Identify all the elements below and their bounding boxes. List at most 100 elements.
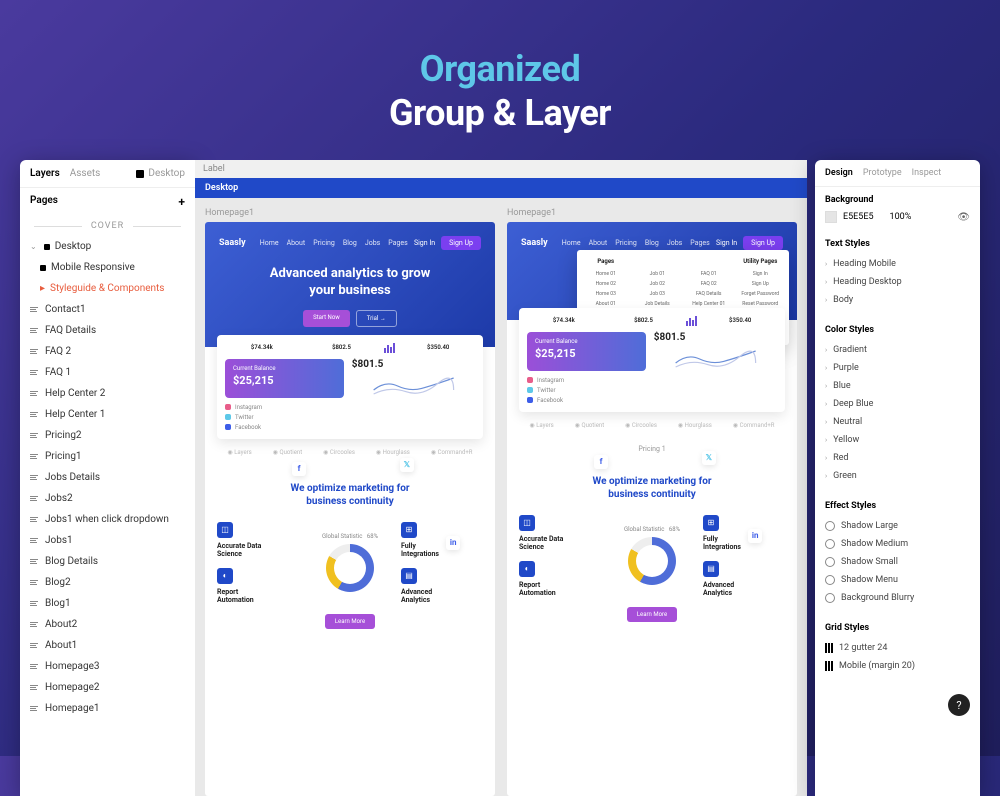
frame-homepage-2[interactable]: Saasly Home About Pricing Blog Jobs Pages Sig… <box>507 222 797 796</box>
page-item[interactable]: FAQ 2 <box>20 341 195 362</box>
page-item[interactable]: About1 <box>20 635 195 656</box>
page-item[interactable]: About2 <box>20 614 195 635</box>
tab-inspect[interactable]: Inspect <box>912 168 942 178</box>
nav-link[interactable]: Jobs <box>365 239 380 247</box>
page-item[interactable]: Pricing2 <box>20 425 195 446</box>
learn-more-button[interactable]: Learn More <box>627 607 677 622</box>
tab-prototype[interactable]: Prototype <box>863 168 902 178</box>
feature-card: ⊞FullyIntegrations <box>401 522 483 558</box>
page-dropdown[interactable]: Desktop <box>136 168 185 179</box>
page-item[interactable]: Blog2 <box>20 572 195 593</box>
add-page-button[interactable]: + <box>178 195 185 209</box>
effect-item[interactable]: Shadow Menu <box>825 571 970 589</box>
signin-link[interactable]: Sign In <box>716 239 737 247</box>
mega-item[interactable]: Forget Password <box>740 291 782 297</box>
page-desktop[interactable]: ⌄Desktop <box>20 236 195 257</box>
mega-item[interactable]: Reset Password <box>740 301 782 307</box>
nav-link[interactable]: Pages <box>388 239 407 247</box>
style-item[interactable]: ›Gradient <box>825 341 970 359</box>
bg-hex[interactable]: E5E5E5 <box>843 212 874 222</box>
tab-layers[interactable]: Layers <box>30 168 60 179</box>
style-item[interactable]: ›Body <box>825 291 970 309</box>
nav-link[interactable]: Home <box>260 239 279 247</box>
cta-primary[interactable]: Start Now <box>303 310 350 327</box>
effect-item[interactable]: Shadow Medium <box>825 535 970 553</box>
nav-link[interactable]: Pricing <box>313 239 335 247</box>
tab-assets[interactable]: Assets <box>70 168 101 179</box>
mega-item[interactable]: FAQ Details <box>688 291 730 297</box>
page-styleguide[interactable]: ▸Styleguide & Components <box>20 278 195 299</box>
style-item[interactable]: ›Yellow <box>825 431 970 449</box>
frame-homepage-1[interactable]: Saasly Home About Pricing Blog Jobs Pages Sig… <box>205 222 495 796</box>
signin-link[interactable]: Sign In <box>414 239 435 247</box>
mega-item[interactable]: Job 03 <box>637 291 679 297</box>
page-item[interactable]: Jobs Details <box>20 467 195 488</box>
page-item[interactable]: FAQ Details <box>20 320 195 341</box>
brand[interactable]: Saasly <box>521 238 548 248</box>
style-item[interactable]: ›Neutral <box>825 413 970 431</box>
nav-link[interactable]: Jobs <box>667 239 682 247</box>
page-item[interactable]: Homepage3 <box>20 656 195 677</box>
cta-trial[interactable]: Trial → <box>356 310 397 327</box>
style-item[interactable]: ›Heading Desktop <box>825 273 970 291</box>
brand[interactable]: Saasly <box>219 238 246 248</box>
mega-item[interactable]: Job 02 <box>637 281 679 287</box>
style-item[interactable]: ›Blue <box>825 377 970 395</box>
mega-item[interactable]: FAQ 01 <box>688 271 730 277</box>
style-item[interactable]: ›Red <box>825 449 970 467</box>
mega-item[interactable]: Job Details <box>637 301 679 307</box>
help-button[interactable]: ? <box>948 694 970 716</box>
nav-link[interactable]: About <box>287 239 306 247</box>
mega-item[interactable]: Sign Up <box>740 281 782 287</box>
page-item[interactable]: Jobs1 when click dropdown <box>20 509 195 530</box>
mega-item[interactable]: Home 02 <box>585 281 627 287</box>
page-item[interactable]: Blog Details <box>20 551 195 572</box>
mega-item[interactable]: Help Center 01 <box>688 301 730 307</box>
background-row[interactable]: E5E5E5 100% 👁 <box>825 211 970 223</box>
bg-swatch[interactable] <box>825 211 837 223</box>
page-item[interactable]: Help Center 2 <box>20 383 195 404</box>
style-item[interactable]: ›Heading Mobile <box>825 255 970 273</box>
canvas-tab[interactable]: Desktop <box>195 178 807 198</box>
grid-item[interactable]: Mobile (margin 20) <box>825 657 970 675</box>
page-item[interactable]: Contact1 <box>20 299 195 320</box>
mega-item[interactable]: Sign In <box>740 271 782 277</box>
signup-button[interactable]: Sign Up <box>743 236 783 250</box>
page-item[interactable]: Homepage1 <box>20 698 195 719</box>
page-item[interactable]: Blog1 <box>20 593 195 614</box>
effect-item[interactable]: Shadow Small <box>825 553 970 571</box>
nav-link[interactable]: Pages <box>690 239 709 247</box>
nav-link[interactable]: Home <box>562 239 581 247</box>
style-item[interactable]: ›Green <box>825 467 970 485</box>
nav-link[interactable]: Blog <box>645 239 659 247</box>
page-item[interactable]: FAQ 1 <box>20 362 195 383</box>
mega-item[interactable]: Home 03 <box>585 291 627 297</box>
mega-item[interactable]: FAQ 02 <box>688 281 730 287</box>
mega-item[interactable]: About 01 <box>585 301 627 307</box>
nav-link[interactable]: Blog <box>343 239 357 247</box>
page-item[interactable]: Jobs1 <box>20 530 195 551</box>
frame-label-2[interactable]: Homepage1 <box>507 208 797 218</box>
grid-item[interactable]: 12 gutter 24 <box>825 639 970 657</box>
page-item[interactable]: Help Center 1 <box>20 404 195 425</box>
page-item[interactable]: Pricing1 <box>20 446 195 467</box>
mega-item[interactable]: Job 01 <box>637 271 679 277</box>
bg-opacity[interactable]: 100% <box>890 212 912 222</box>
effect-item[interactable]: Background Blurry <box>825 589 970 607</box>
page-cover[interactable]: COVER <box>20 216 195 236</box>
signup-button[interactable]: Sign Up <box>441 236 481 250</box>
page-mobile[interactable]: Mobile Responsive <box>20 257 195 278</box>
frame-label-1[interactable]: Homepage1 <box>205 208 495 218</box>
style-item[interactable]: ›Deep Blue <box>825 395 970 413</box>
effect-item[interactable]: Shadow Large <box>825 517 970 535</box>
tab-design[interactable]: Design <box>825 168 853 178</box>
canvas[interactable]: Label Desktop Homepage1 Saasly HomeAbout… <box>195 160 807 796</box>
style-item[interactable]: ›Purple <box>825 359 970 377</box>
nav-link[interactable]: Pricing <box>615 239 637 247</box>
mega-item[interactable]: Home 01 <box>585 271 627 277</box>
page-item[interactable]: Homepage2 <box>20 677 195 698</box>
page-item[interactable]: Jobs2 <box>20 488 195 509</box>
nav-link[interactable]: About <box>589 239 608 247</box>
learn-more-button[interactable]: Learn More <box>325 614 375 629</box>
visibility-icon[interactable]: 👁 <box>957 212 970 223</box>
